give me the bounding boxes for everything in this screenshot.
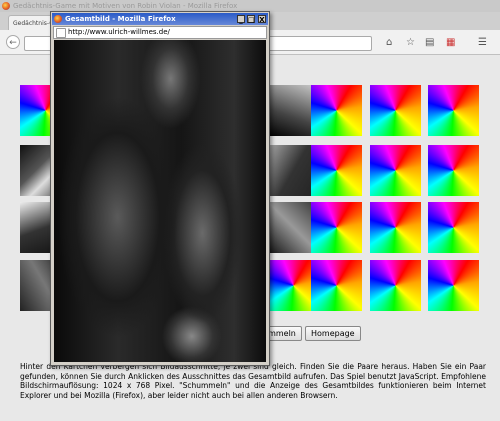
bookmark-star-icon[interactable]: ☆ — [406, 37, 415, 48]
memory-card[interactable] — [311, 202, 362, 253]
memory-card[interactable] — [370, 202, 421, 253]
memory-card[interactable] — [370, 260, 421, 311]
memory-card[interactable] — [311, 260, 362, 311]
memory-card[interactable] — [428, 202, 479, 253]
menu-icon[interactable]: ☰ — [478, 37, 487, 48]
page-icon — [56, 28, 66, 38]
memory-card[interactable] — [428, 145, 479, 196]
popup-titlebar[interactable]: Gesamtbild - Mozilla Firefox _ □ X — [52, 13, 268, 25]
popup-url-bar[interactable]: http://www.ulrich-willmes.de/ — [53, 26, 267, 39]
minimize-button[interactable]: _ — [237, 15, 245, 24]
memory-card[interactable] — [311, 85, 362, 136]
popup-window: Gesamtbild - Mozilla Firefox _ □ X http:… — [50, 11, 270, 366]
memory-card[interactable] — [428, 260, 479, 311]
memory-card[interactable] — [370, 85, 421, 136]
game-description: Hinter den Kärtchen verbergen sich Bilda… — [20, 362, 486, 400]
back-icon[interactable]: ← — [6, 35, 20, 49]
firefox-icon — [2, 2, 10, 10]
memory-card[interactable] — [370, 145, 421, 196]
full-image — [54, 40, 266, 362]
memory-card[interactable] — [311, 145, 362, 196]
bookmarks-list-icon[interactable]: ▤ — [425, 37, 434, 48]
homepage-button[interactable]: Homepage — [305, 326, 361, 341]
popup-url: http://www.ulrich-willmes.de/ — [68, 28, 170, 36]
popup-title: Gesamtbild - Mozilla Firefox — [65, 15, 176, 23]
addon-icon[interactable]: ▦ — [446, 37, 455, 48]
memory-card[interactable] — [428, 85, 479, 136]
firefox-icon — [54, 15, 62, 23]
maximize-button[interactable]: □ — [247, 15, 255, 24]
home-icon[interactable]: ⌂ — [386, 37, 392, 48]
close-button[interactable]: X — [258, 15, 266, 24]
